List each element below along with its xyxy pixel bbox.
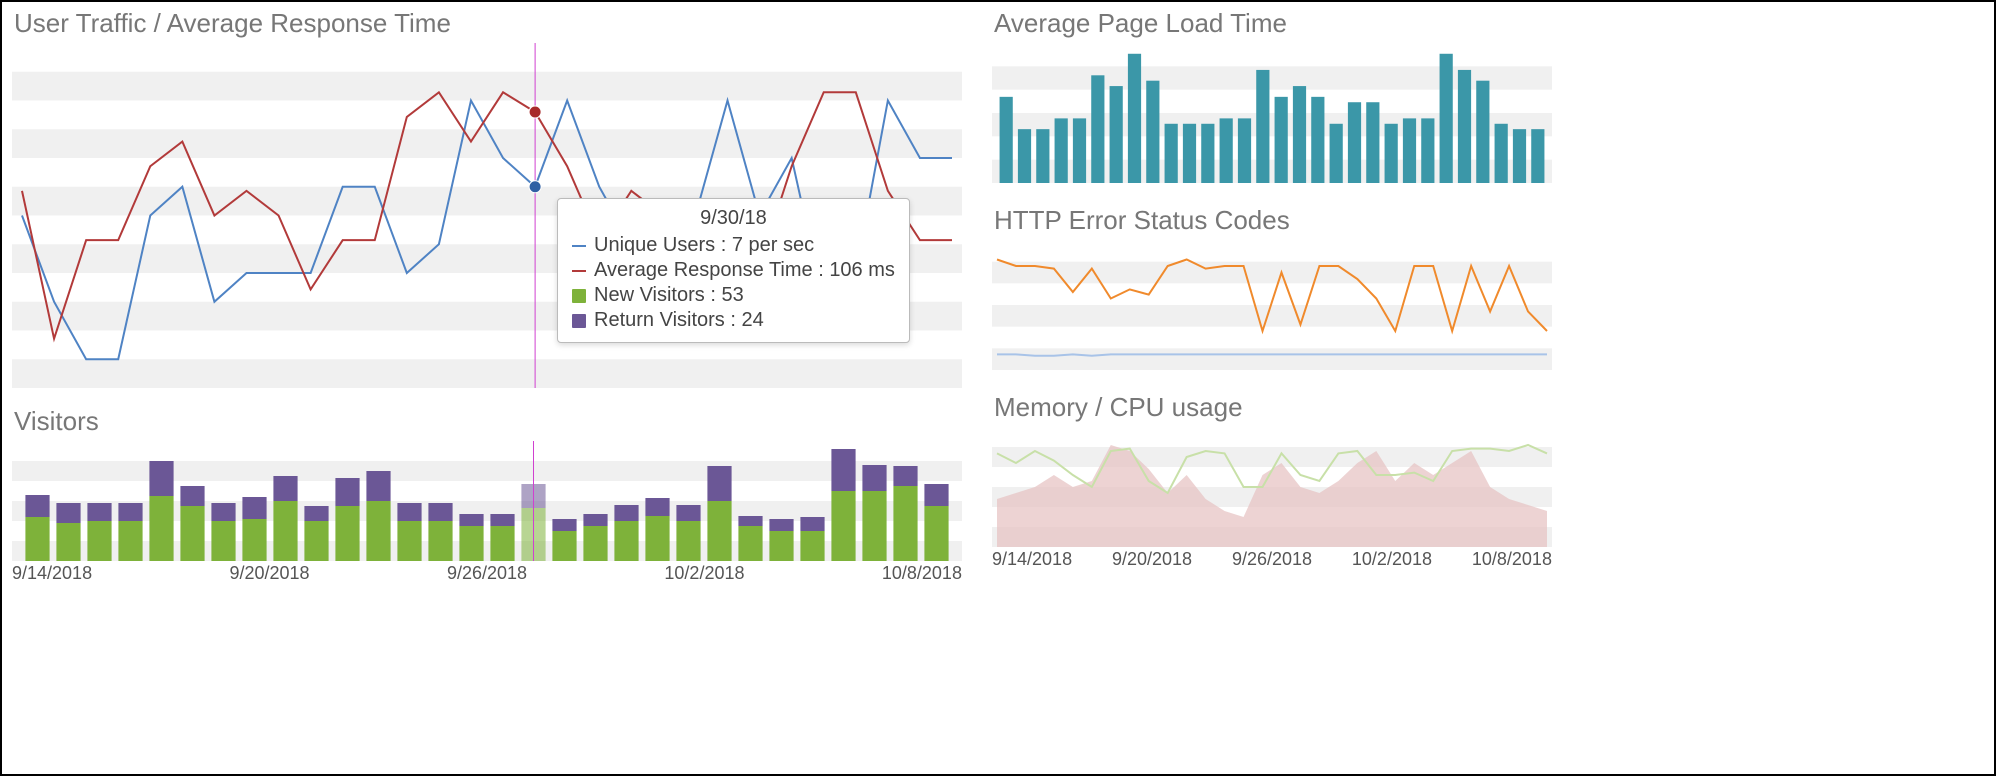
tooltip-label: Unique Users : 7 per sec [594,234,814,257]
panel-http: HTTP Error Status Codes [992,205,1552,370]
tooltip-row: Unique Users : 7 per sec [572,234,895,257]
tooltip-label: Average Response Time : 106 ms [594,259,895,282]
axis-tick: 10/8/2018 [1472,549,1552,570]
tooltip-label: New Visitors : 53 [594,284,744,307]
tooltip-swatch [572,314,586,328]
axis-tick: 9/20/2018 [1112,549,1192,570]
axis-tick: 10/2/2018 [664,563,744,584]
panel-traffic: User Traffic / Average Response Time 9/3… [12,8,962,388]
tooltip-swatch [572,245,586,247]
axis-tick: 9/20/2018 [229,563,309,584]
right-column: Average Page Load Time HTTP Error Status… [992,8,1552,772]
axis-tick: 9/14/2018 [992,549,1072,570]
panel-title-memcpu: Memory / CPU usage [994,392,1552,423]
x-axis-right: 9/14/2018 9/20/2018 9/26/2018 10/2/2018 10/8… [992,549,1552,570]
chart-pageload[interactable] [992,43,1552,183]
tooltip-label: Return Visitors : 24 [594,309,764,332]
chart-http[interactable] [992,240,1552,370]
axis-tick: 10/2/2018 [1352,549,1432,570]
left-column: User Traffic / Average Response Time 9/3… [12,8,962,772]
x-axis-left: 9/14/2018 9/20/2018 9/26/2018 10/2/2018 10/8… [12,563,962,584]
axis-tick: 9/26/2018 [1232,549,1312,570]
chart-memcpu[interactable] [992,427,1552,547]
tooltip-date: 9/30/18 [572,207,895,230]
panel-title-traffic: User Traffic / Average Response Time [14,8,962,39]
axis-tick: 9/26/2018 [447,563,527,584]
tooltip-row: Return Visitors : 24 [572,309,895,332]
panel-title-pageload: Average Page Load Time [994,8,1552,39]
tooltip: 9/30/18 Unique Users : 7 per sec Average… [557,198,910,343]
tooltip-row: Average Response Time : 106 ms [572,259,895,282]
dashboard: User Traffic / Average Response Time 9/3… [0,0,1996,776]
panel-title-http: HTTP Error Status Codes [994,205,1552,236]
panel-visitors: Visitors 9/14/2018 9/20/2018 9/26/2018 10/2… [12,406,962,584]
panel-pageload: Average Page Load Time [992,8,1552,183]
axis-tick: 10/8/2018 [882,563,962,584]
panel-title-visitors: Visitors [14,406,962,437]
tooltip-swatch [572,289,586,303]
panel-memcpu: Memory / CPU usage 9/14/2018 9/20/2018 9/2… [992,392,1552,570]
chart-traffic[interactable]: 9/30/18 Unique Users : 7 per sec Average… [12,43,962,388]
tooltip-row: New Visitors : 53 [572,284,895,307]
chart-visitors[interactable] [12,441,962,561]
tooltip-swatch [572,270,586,272]
axis-tick: 9/14/2018 [12,563,92,584]
